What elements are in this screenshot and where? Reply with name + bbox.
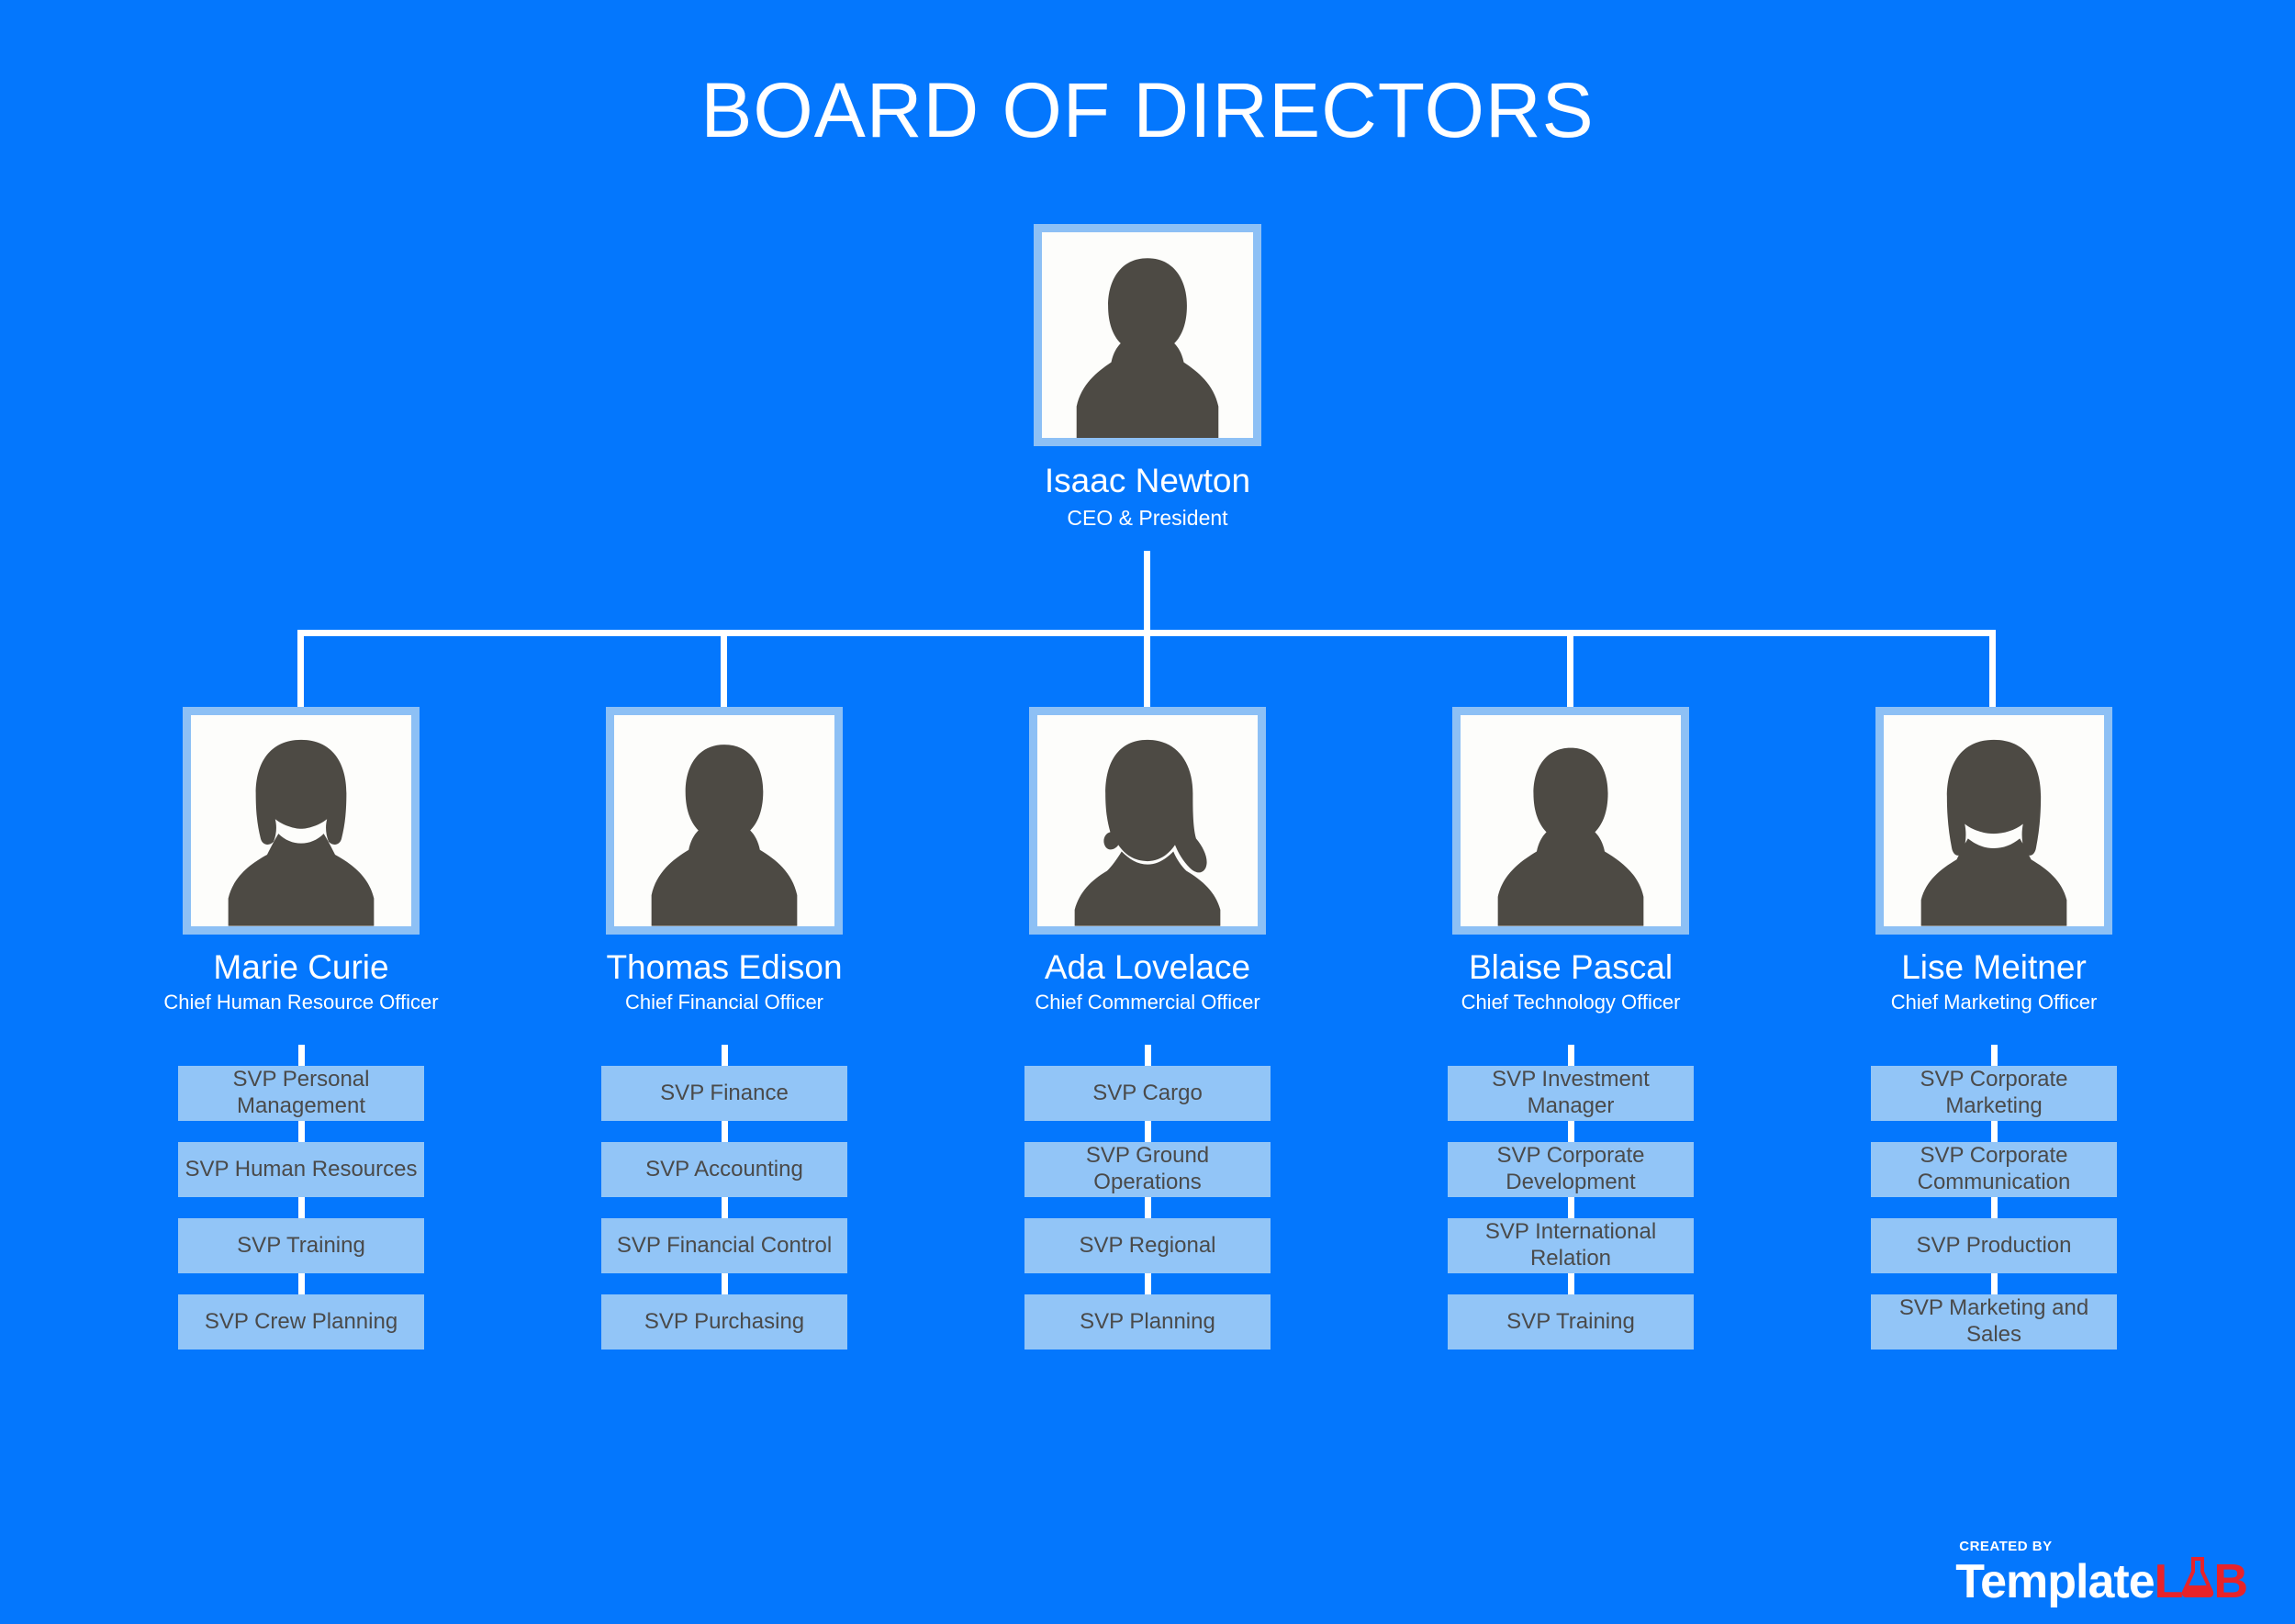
person-title: Chief Marketing Officer [1890, 990, 2098, 1014]
person-title: Chief Human Resource Officer [163, 990, 439, 1014]
reports-list-3: SVP Cargo SVP Ground Operations SVP Regi… [955, 1044, 1340, 1350]
person-title: Chief Technology Officer [1461, 990, 1681, 1014]
avatar-executive-2 [614, 715, 834, 926]
avatar-frame-executive-4 [1452, 707, 1689, 935]
reports-list-4: SVP Investment Manager SVP Corporate Dev… [1378, 1044, 1763, 1350]
connector-report [1144, 1120, 1151, 1142]
logo-template-text: Template [1955, 1555, 2155, 1608]
connector-report [1990, 1196, 1998, 1218]
report-box[interactable]: SVP Corporate Marketing [1871, 1065, 2117, 1121]
connector-report [1567, 1120, 1574, 1142]
person-name: Blaise Pascal [1468, 948, 1674, 986]
connector-report [721, 1196, 728, 1218]
connector-report [297, 1272, 305, 1294]
report-box[interactable]: SVP Accounting [601, 1141, 847, 1197]
connector-report [1990, 1044, 1998, 1066]
person-name: Lise Meitner [1901, 948, 2087, 986]
node-executive-2[interactable]: Thomas Edison Chief Financial Officer SV… [532, 707, 917, 1350]
avatar-ceo [1042, 232, 1253, 438]
connector-report [297, 1120, 305, 1142]
person-name: Ada Lovelace [1044, 948, 1251, 986]
avatar-executive-3 [1037, 715, 1258, 926]
report-box[interactable]: SVP Training [1448, 1294, 1694, 1350]
male-silhouette-icon [651, 745, 798, 926]
avatar-frame-ceo [1034, 224, 1261, 446]
logo-b-text: B [2213, 1555, 2248, 1608]
person-name: Isaac Newton [1044, 462, 1251, 499]
avatar-frame-executive-5 [1875, 707, 2112, 935]
reports-list-2: SVP Finance SVP Accounting SVP Financial… [532, 1044, 917, 1350]
report-box[interactable]: SVP Marketing and Sales [1871, 1294, 2117, 1350]
person-name: Marie Curie [213, 948, 389, 986]
report-box[interactable]: SVP Financial Control [601, 1217, 847, 1273]
male-short-hair-silhouette-icon [1497, 748, 1644, 926]
executive-row: Marie Curie Chief Human Resource Officer… [0, 707, 2295, 1624]
person-name: Thomas Edison [606, 948, 843, 986]
logo-l-text: L [2154, 1555, 2184, 1608]
avatar-frame-executive-3 [1029, 707, 1266, 935]
reports-list-1: SVP Personal Management SVP Human Resour… [108, 1044, 494, 1350]
connector-report [721, 1120, 728, 1142]
templatelab-logo: CREATED BY Template L B [1955, 1539, 2248, 1608]
logo-wordmark: Template L B [1955, 1555, 2248, 1608]
person-title: CEO & President [1067, 505, 1228, 530]
connector-drop-1 [297, 630, 304, 718]
connector-report [721, 1044, 728, 1066]
report-box[interactable]: SVP Cargo [1024, 1065, 1271, 1121]
connector-report [1567, 1044, 1574, 1066]
report-box[interactable]: SVP Human Resources [178, 1141, 424, 1197]
person-title: Chief Commercial Officer [1035, 990, 1260, 1014]
report-box[interactable]: SVP Production [1871, 1217, 2117, 1273]
report-box[interactable]: SVP Regional [1024, 1217, 1271, 1273]
report-box[interactable]: SVP Corporate Development [1448, 1141, 1694, 1197]
female-long-hair-silhouette-icon [1920, 740, 2067, 926]
report-box[interactable]: SVP Planning [1024, 1294, 1271, 1350]
report-box[interactable]: SVP Finance [601, 1065, 847, 1121]
connector-report [1144, 1044, 1151, 1066]
connector-report [1567, 1196, 1574, 1218]
node-executive-4[interactable]: Blaise Pascal Chief Technology Officer S… [1378, 707, 1763, 1350]
connector-drop-3 [1144, 630, 1150, 718]
person-title: Chief Financial Officer [624, 990, 823, 1014]
avatar-frame-executive-1 [183, 707, 420, 935]
avatar-executive-5 [1884, 715, 2104, 926]
connector-report [1990, 1272, 1998, 1294]
avatar-executive-1 [191, 715, 411, 926]
connector-report [721, 1272, 728, 1294]
female-bob-silhouette-icon [228, 740, 375, 926]
node-executive-1[interactable]: Marie Curie Chief Human Resource Officer… [108, 707, 494, 1350]
connector-drop-5 [1989, 630, 1996, 718]
connector-report [1990, 1120, 1998, 1142]
avatar-frame-executive-2 [606, 707, 843, 935]
report-box[interactable]: SVP International Relation [1448, 1217, 1694, 1273]
connector-report [297, 1196, 305, 1218]
node-executive-3[interactable]: Ada Lovelace Chief Commercial Officer SV… [955, 707, 1340, 1350]
logo-created-by-label: CREATED BY [1959, 1539, 2053, 1554]
connector-drop-2 [721, 630, 727, 718]
connector-report [1144, 1196, 1151, 1218]
connector-drop-4 [1567, 630, 1573, 718]
connector-ceo-down [1144, 551, 1150, 633]
report-box[interactable]: SVP Training [178, 1217, 424, 1273]
report-box[interactable]: SVP Purchasing [601, 1294, 847, 1350]
female-ponytail-silhouette-icon [1074, 740, 1221, 926]
connector-report [1567, 1272, 1574, 1294]
node-ceo[interactable]: Isaac Newton CEO & President [1019, 224, 1276, 530]
reports-list-5: SVP Corporate Marketing SVP Corporate Co… [1801, 1044, 2187, 1350]
report-box[interactable]: SVP Investment Manager [1448, 1065, 1694, 1121]
report-box[interactable]: SVP Crew Planning [178, 1294, 424, 1350]
report-box[interactable]: SVP Personal Management [178, 1065, 424, 1121]
avatar-executive-4 [1461, 715, 1681, 926]
connector-report [1144, 1272, 1151, 1294]
node-executive-5[interactable]: Lise Meitner Chief Marketing Officer SVP… [1801, 707, 2187, 1350]
report-box[interactable]: SVP Ground Operations [1024, 1141, 1271, 1197]
flask-icon [2181, 1555, 2214, 1597]
report-box[interactable]: SVP Corporate Communication [1871, 1141, 2117, 1197]
connector-report [297, 1044, 305, 1066]
page-title: BOARD OF DIRECTORS [700, 67, 1595, 153]
male-silhouette-icon [1076, 258, 1219, 438]
